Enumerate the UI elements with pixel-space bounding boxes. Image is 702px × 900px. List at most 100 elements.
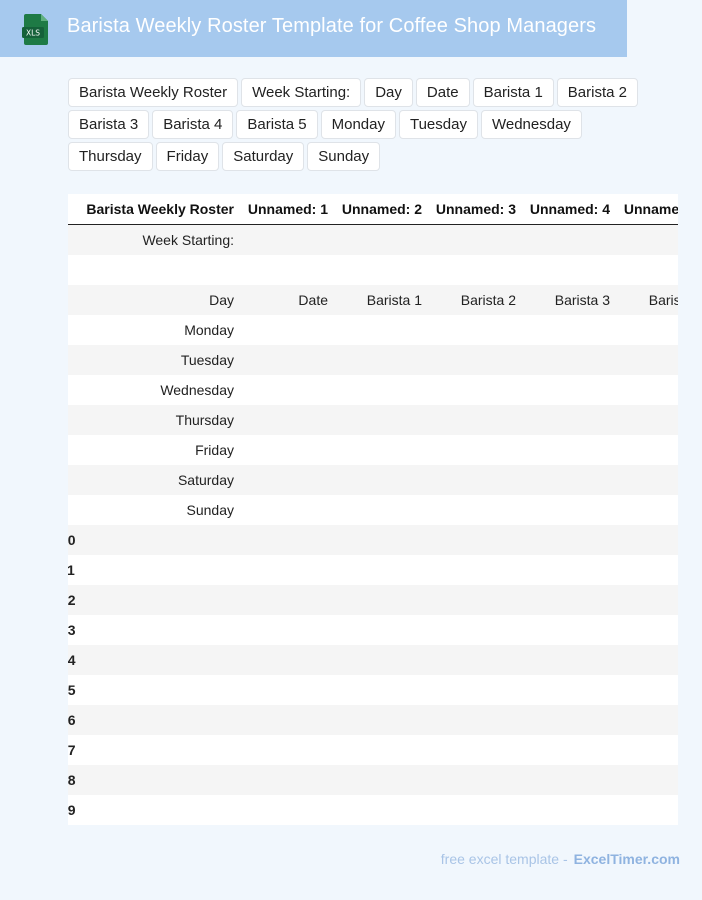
table-cell[interactable]	[238, 255, 328, 285]
table-cell[interactable]	[614, 255, 678, 285]
table-cell[interactable]: Monday	[74, 315, 234, 345]
tag-chip[interactable]: Wednesday	[480, 110, 582, 139]
tag-chip[interactable]: Barista 1	[472, 78, 554, 107]
table-cell[interactable]	[614, 525, 678, 555]
table-cell[interactable]	[238, 435, 328, 465]
tag-chip[interactable]: Friday	[155, 142, 220, 171]
table-cell[interactable]	[426, 645, 516, 675]
table-cell[interactable]	[614, 375, 678, 405]
table-cell[interactable]	[520, 435, 610, 465]
table-cell[interactable]	[614, 585, 678, 615]
table-cell[interactable]	[520, 615, 610, 645]
table-cell[interactable]	[332, 675, 422, 705]
table-cell[interactable]	[74, 645, 234, 675]
table-cell[interactable]	[332, 375, 422, 405]
table-cell[interactable]	[74, 675, 234, 705]
table-cell[interactable]	[520, 675, 610, 705]
tag-chip[interactable]: Saturday	[222, 142, 305, 171]
table-cell[interactable]	[426, 255, 516, 285]
table-cell[interactable]	[332, 765, 422, 795]
tag-chip[interactable]: Barista 2	[556, 78, 638, 107]
table-cell[interactable]	[238, 405, 328, 435]
table-cell[interactable]	[332, 465, 422, 495]
table-cell[interactable]	[614, 495, 678, 525]
table-cell[interactable]	[614, 645, 678, 675]
table-cell[interactable]: Friday	[74, 435, 234, 465]
table-cell[interactable]	[74, 735, 234, 765]
table-cell[interactable]	[332, 615, 422, 645]
table-cell[interactable]: Barista 3	[520, 285, 610, 315]
table-cell[interactable]	[520, 735, 610, 765]
tag-chip[interactable]: Thursday	[68, 142, 153, 171]
table-cell[interactable]	[238, 345, 328, 375]
table-cell[interactable]	[426, 345, 516, 375]
table-cell[interactable]	[332, 315, 422, 345]
table-cell[interactable]	[74, 525, 234, 555]
table-cell[interactable]	[238, 315, 328, 345]
table-cell[interactable]	[332, 735, 422, 765]
footer-brand-link[interactable]: ExcelTimer.com	[574, 851, 680, 867]
table-cell[interactable]	[238, 225, 328, 255]
table-cell[interactable]: Thursday	[74, 405, 234, 435]
table-cell[interactable]	[238, 705, 328, 735]
table-cell[interactable]: Barista 1	[332, 285, 422, 315]
table-cell[interactable]	[426, 765, 516, 795]
table-cell[interactable]	[520, 225, 610, 255]
table-cell[interactable]	[520, 465, 610, 495]
table-cell[interactable]: Barista 2	[426, 285, 516, 315]
table-cell[interactable]	[238, 735, 328, 765]
table-cell[interactable]	[332, 345, 422, 375]
table-cell[interactable]	[520, 525, 610, 555]
table-cell[interactable]	[332, 435, 422, 465]
tag-chip[interactable]: Sunday	[307, 142, 381, 171]
table-cell[interactable]	[238, 375, 328, 405]
tag-chip[interactable]: Week Starting:	[241, 78, 362, 107]
tag-chip[interactable]: Barista Weekly Roster	[68, 78, 239, 107]
table-cell[interactable]	[614, 765, 678, 795]
table-cell[interactable]	[614, 735, 678, 765]
table-cell[interactable]	[614, 675, 678, 705]
table-cell[interactable]	[238, 795, 328, 825]
table-cell[interactable]	[426, 795, 516, 825]
table-cell[interactable]	[520, 315, 610, 345]
table-cell[interactable]	[238, 675, 328, 705]
table-cell[interactable]	[332, 495, 422, 525]
table-cell[interactable]	[426, 705, 516, 735]
table-cell[interactable]	[332, 525, 422, 555]
table-cell[interactable]	[520, 405, 610, 435]
table-cell[interactable]: Sunday	[74, 495, 234, 525]
table-cell[interactable]	[238, 645, 328, 675]
table-cell[interactable]	[614, 225, 678, 255]
table-cell[interactable]	[426, 225, 516, 255]
table-cell[interactable]	[238, 585, 328, 615]
tag-chip[interactable]: Tuesday	[398, 110, 478, 139]
tag-chip[interactable]: Barista 5	[236, 110, 318, 139]
table-cell[interactable]: Day	[74, 285, 234, 315]
table-cell[interactable]	[238, 615, 328, 645]
table-cell[interactable]	[74, 615, 234, 645]
table-cell[interactable]	[238, 555, 328, 585]
table-cell[interactable]	[614, 405, 678, 435]
table-cell[interactable]	[426, 585, 516, 615]
table-cell[interactable]	[520, 375, 610, 405]
table-cell[interactable]	[238, 765, 328, 795]
table-cell[interactable]	[238, 495, 328, 525]
table-cell[interactable]	[74, 765, 234, 795]
table-cell[interactable]	[614, 615, 678, 645]
table-cell[interactable]	[332, 795, 422, 825]
table-cell[interactable]	[332, 645, 422, 675]
table-cell[interactable]	[520, 585, 610, 615]
table-cell[interactable]	[520, 765, 610, 795]
table-cell[interactable]: Wednesday	[74, 375, 234, 405]
tag-chip[interactable]: Date	[415, 78, 470, 107]
table-cell[interactable]	[332, 585, 422, 615]
table-cell[interactable]	[238, 465, 328, 495]
table-cell[interactable]	[426, 405, 516, 435]
table-cell[interactable]	[520, 705, 610, 735]
table-cell[interactable]	[332, 255, 422, 285]
table-cell[interactable]	[520, 495, 610, 525]
table-cell[interactable]	[614, 345, 678, 375]
table-cell[interactable]	[426, 735, 516, 765]
table-cell[interactable]	[426, 525, 516, 555]
table-cell[interactable]	[74, 585, 234, 615]
